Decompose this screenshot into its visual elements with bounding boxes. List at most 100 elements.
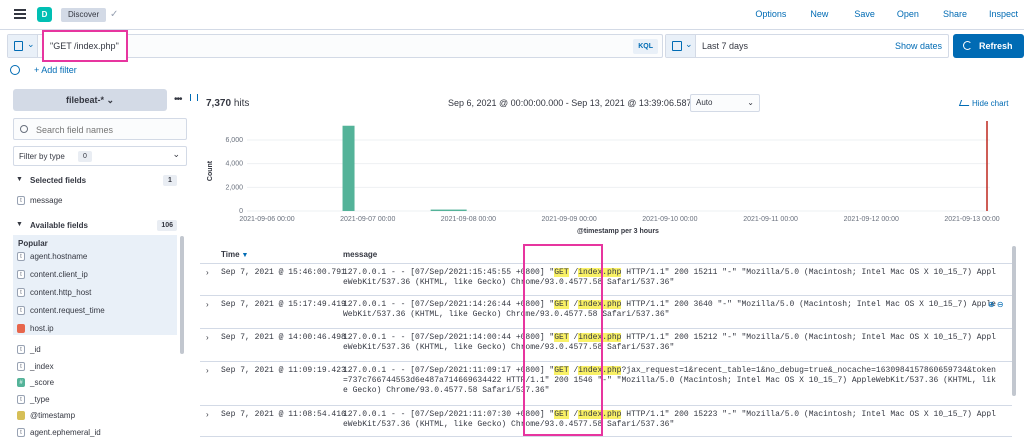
x-tick-label: 2021-09-12 00:00	[844, 216, 899, 223]
table-row[interactable]: › Sep 7, 2021 @ 15:46:00.791 127.0.0.1 - -…	[200, 264, 1012, 296]
field-item--index[interactable]: t _index	[13, 359, 177, 375]
field-sidebar: filebeat-* ⌄ ••• Filter by type 0 ⌄ ▼ Se…	[0, 86, 200, 437]
more-options-icon[interactable]: •••	[174, 94, 182, 105]
top-link-open[interactable]: Open	[897, 9, 919, 19]
histogram-chart: 0 2,000 4,000 6,000 Count 2021-09-06 00:00 202…	[207, 121, 1000, 235]
field-item-message[interactable]: t message	[13, 193, 177, 209]
row-filter-actions[interactable]: ⊕ ⊖	[988, 300, 1004, 309]
y-tick-label: 0	[239, 208, 243, 215]
save-icon	[14, 41, 23, 51]
field-item-content-request-time[interactable]: t content.request_time	[13, 303, 177, 319]
table-row[interactable]: › Sep 7, 2021 @ 15:17:49.419 127.0.0.1 - -…	[200, 296, 1012, 329]
filter-count-badge: 0	[78, 151, 92, 162]
table-row[interactable]: › Sep 7, 2021 @ 14:00:46.498 127.0.0.1 - -…	[200, 329, 1012, 362]
x-axis-label: @timestamp per 3 hours	[577, 228, 659, 235]
field-item-agent-ephemeral-id[interactable]: t agent.ephemeral_id	[13, 425, 177, 437]
search-highlight: index.php	[578, 366, 622, 375]
field-item-content-http-host[interactable]: t content.http_host	[13, 285, 177, 301]
add-filter-link[interactable]: + Add filter	[34, 65, 77, 75]
row-message: 127.0.0.1 - - [07/Sep/2021:14:26:44 +080…	[343, 300, 996, 319]
filter-options-icon[interactable]	[10, 65, 20, 75]
available-count-badge: 106	[157, 220, 177, 231]
field-item--type[interactable]: t _type	[13, 392, 177, 408]
number-type-icon: #	[17, 378, 25, 387]
top-link-share[interactable]: Share	[943, 9, 967, 19]
chevron-down-icon: ⌄	[685, 39, 693, 49]
date-picker: ⌄ Last 7 days Show dates	[665, 34, 949, 58]
search-query-input[interactable]	[42, 30, 128, 62]
field-item-agent-hostname[interactable]: t agent.hostname	[13, 249, 177, 265]
x-tick-label: 2021-09-10 00:00	[642, 216, 697, 223]
chevron-down-icon: ✓	[110, 9, 119, 20]
interval-select[interactable]: Auto ⌄	[690, 94, 760, 112]
refresh-button[interactable]: Refresh	[953, 34, 1024, 58]
sidebar-scrollbar[interactable]	[180, 236, 184, 354]
field-item-host-ip[interactable]: host.ip	[13, 321, 177, 337]
field-item-content-client-ip[interactable]: t content.client_ip	[13, 267, 177, 283]
selected-fields-header[interactable]: ▼ Selected fields 1	[13, 173, 179, 189]
popular-label: Popular	[18, 239, 48, 248]
string-type-icon: t	[17, 306, 25, 315]
refresh-label: Refresh	[979, 41, 1013, 51]
histogram-bar[interactable]	[342, 125, 355, 211]
quick-select-button[interactable]: ⌄	[666, 35, 696, 57]
hide-chart-button[interactable]: Hide chart	[958, 99, 1008, 108]
x-tick-label: 2021-09-13 00:00	[944, 216, 999, 223]
string-type-icon: t	[17, 427, 25, 437]
message-column-header[interactable]: message	[343, 250, 377, 259]
expand-row-icon[interactable]: ›	[206, 366, 209, 375]
search-highlight: index.php	[578, 333, 622, 342]
expand-row-icon[interactable]: ›	[206, 300, 209, 309]
table-row[interactable]: › Sep 7, 2021 @ 11:08:54.416 127.0.0.1 - -…	[200, 406, 1012, 437]
show-dates-link[interactable]: Show dates	[895, 41, 942, 51]
row-timestamp: Sep 7, 2021 @ 15:46:00.791	[221, 268, 346, 277]
breadcrumb-discover[interactable]: Discover	[61, 8, 107, 22]
top-nav-links: Options New Save Open Share Inspect	[755, 9, 1024, 19]
time-range-label: Sep 6, 2021 @ 00:00:00.000 - Sep 13, 202…	[448, 98, 692, 108]
available-fields-header[interactable]: ▼ Available fields 106	[13, 218, 179, 234]
y-axis-label: Count	[207, 160, 214, 181]
field-item--timestamp[interactable]: @timestamp	[13, 408, 177, 424]
menu-icon[interactable]	[14, 9, 26, 19]
top-link-options[interactable]: Options	[755, 9, 786, 19]
row-message: 127.0.0.1 - - [07/Sep/2021:11:07:30 +080…	[343, 410, 996, 429]
chart-icon	[958, 100, 972, 106]
date-range-text[interactable]: Last 7 days	[702, 41, 748, 51]
chevron-down-icon: ⌄	[747, 98, 754, 107]
table-header: Time ▼ message	[200, 246, 1012, 264]
expand-row-icon[interactable]: ›	[206, 268, 209, 277]
saved-query-button[interactable]: ⌄	[8, 35, 38, 57]
collapse-sidebar-icon[interactable]	[190, 94, 198, 101]
expand-row-icon[interactable]: ›	[206, 410, 209, 419]
time-column-header[interactable]: Time ▼	[221, 250, 248, 259]
top-link-save[interactable]: Save	[854, 9, 875, 19]
ip-type-icon	[17, 324, 25, 333]
y-tick-label: 2,000	[225, 184, 243, 191]
search-highlight: GET	[554, 333, 569, 342]
x-tick-label: 2021-09-09 00:00	[542, 216, 597, 223]
row-message: 127.0.0.1 - - [07/Sep/2021:11:09:17 +080…	[343, 366, 996, 395]
main-panel: 7,370 hits Sep 6, 2021 @ 00:00:00.000 - …	[200, 86, 1024, 437]
query-language-button[interactable]: KQL	[633, 39, 658, 54]
refresh-icon	[963, 41, 972, 50]
filter-by-type-button[interactable]: Filter by type 0 ⌄	[13, 146, 187, 166]
table-row[interactable]: › Sep 7, 2021 @ 11:09:19.423 127.0.0.1 - -…	[200, 362, 1012, 406]
search-field-names-input[interactable]	[36, 123, 181, 137]
index-pattern-selector[interactable]: filebeat-* ⌄	[13, 89, 167, 111]
search-icon	[20, 125, 28, 133]
histogram-bar[interactable]	[430, 209, 467, 211]
field-item--id[interactable]: t _id	[13, 342, 177, 358]
chevron-down-icon: ⌄	[172, 149, 180, 159]
x-tick-label: 2021-09-06 00:00	[239, 216, 294, 223]
top-link-inspect[interactable]: Inspect	[989, 9, 1018, 19]
expand-row-icon[interactable]: ›	[206, 333, 209, 342]
table-scrollbar[interactable]	[1012, 246, 1016, 396]
top-nav-bar: D Discover ✓ Options New Save Open Share Insp…	[0, 0, 1024, 30]
search-highlight: index.php	[578, 268, 622, 277]
search-highlight: GET	[554, 300, 569, 309]
field-item--score[interactable]: # _score	[13, 375, 177, 391]
search-highlight: GET	[554, 366, 569, 375]
top-link-new[interactable]: New	[810, 9, 828, 19]
space-avatar[interactable]: D	[37, 7, 52, 22]
search-highlight: GET	[554, 268, 569, 277]
